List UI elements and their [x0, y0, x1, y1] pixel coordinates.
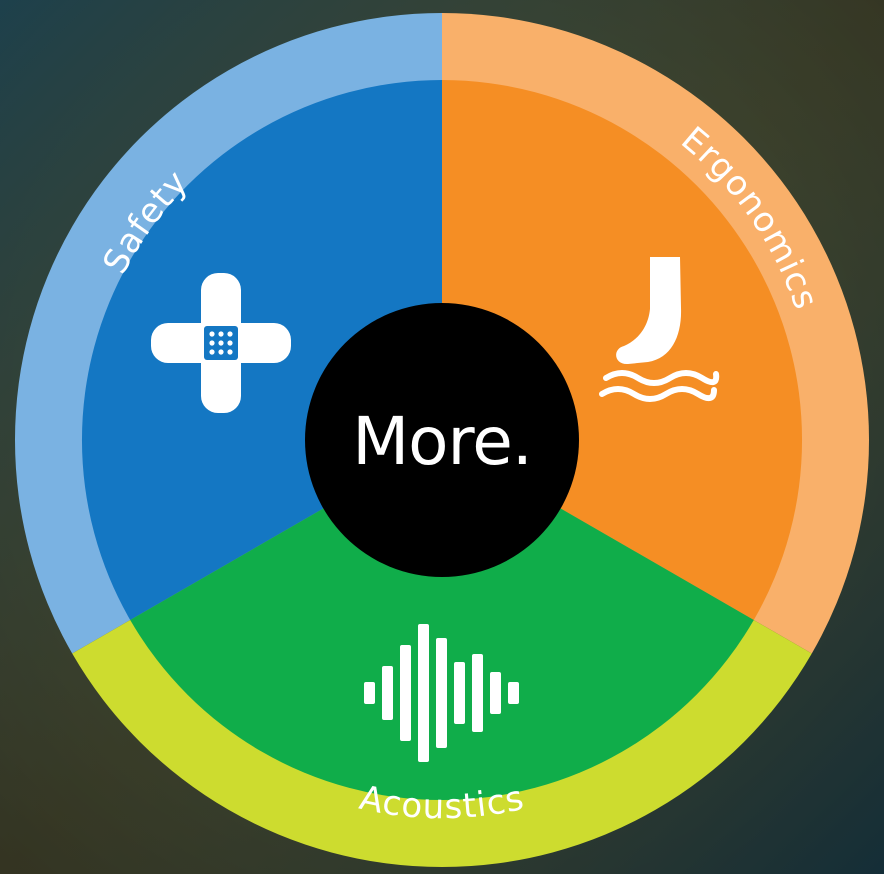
wheel-svg: Safety Ergonomics Acoustics More.: [0, 0, 884, 874]
center-label: More.: [352, 403, 532, 480]
wheel-diagram: Safety Ergonomics Acoustics More.: [0, 0, 884, 874]
